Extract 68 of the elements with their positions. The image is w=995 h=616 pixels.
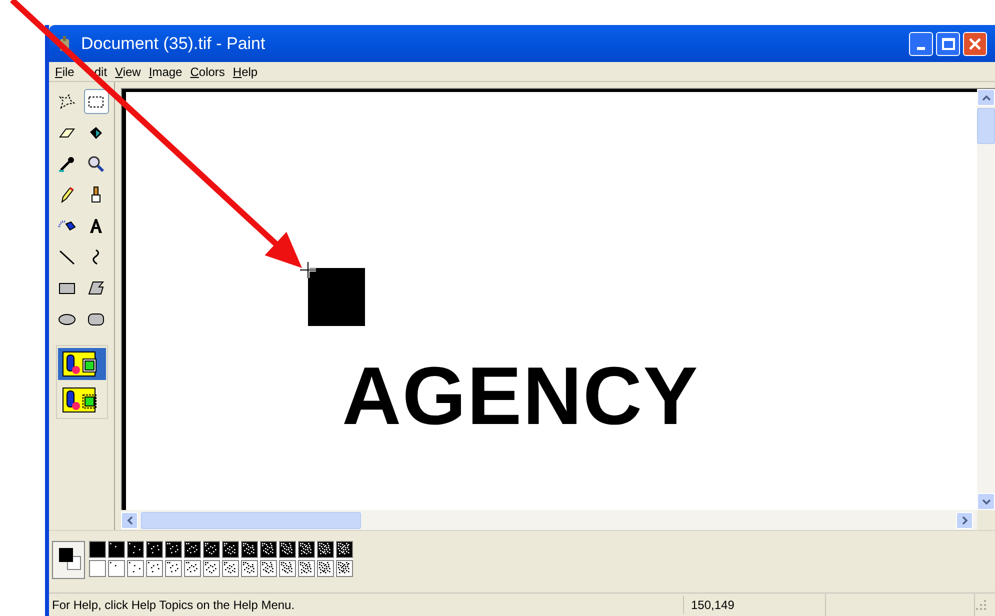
scroll-right-button[interactable] <box>956 512 973 528</box>
palette-swatch[interactable] <box>260 541 277 558</box>
polygon-icon <box>87 278 105 296</box>
palette-swatch[interactable] <box>222 560 239 577</box>
palette-swatch[interactable] <box>184 541 201 558</box>
chevron-left-icon <box>126 516 132 524</box>
vertical-scrollbar[interactable] <box>977 89 995 510</box>
palette-swatch[interactable] <box>298 541 315 558</box>
palette-swatch[interactable] <box>127 541 144 558</box>
maximize-icon <box>942 38 954 50</box>
palette-swatch[interactable] <box>260 560 277 577</box>
palette-swatch[interactable] <box>222 541 239 558</box>
resize-grip-icon[interactable] <box>975 599 987 611</box>
scroll-thumb[interactable] <box>141 512 361 528</box>
scroll-down-button[interactable] <box>977 493 995 510</box>
tool-button[interactable] <box>84 89 108 114</box>
palette-swatch[interactable] <box>317 560 334 577</box>
status-coordinates: 150,149 <box>683 596 825 614</box>
horizontal-scrollbar[interactable] <box>121 510 977 530</box>
transparency-option[interactable] <box>58 348 106 380</box>
window-title: Document (35).tif - Paint <box>81 32 266 55</box>
close-icon <box>969 38 981 50</box>
maximize-button[interactable] <box>936 32 960 56</box>
filled-square <box>308 268 365 326</box>
text-tool-icon <box>87 216 105 234</box>
menu-item[interactable]: Colors <box>187 62 228 80</box>
chevron-right-icon <box>962 516 968 524</box>
chevron-up-icon <box>982 94 990 100</box>
free-select-icon <box>58 92 76 110</box>
palette-swatch[interactable] <box>298 560 315 577</box>
palette-swatch[interactable] <box>127 560 144 577</box>
close-button[interactable] <box>963 32 987 56</box>
palette-swatch[interactable] <box>165 541 182 558</box>
palette-swatch[interactable] <box>89 560 106 577</box>
menu-item[interactable]: File <box>52 62 78 80</box>
palette-swatch[interactable] <box>146 541 163 558</box>
line-icon <box>58 248 76 266</box>
canvas[interactable]: AGENCY <box>122 89 977 510</box>
current-colors-indicator[interactable] <box>52 541 85 579</box>
scroll-left-button[interactable] <box>121 512 138 528</box>
chevron-down-icon <box>982 498 990 504</box>
palette-swatch[interactable] <box>146 560 163 577</box>
scroll-thumb[interactable] <box>977 108 995 144</box>
magnifier-icon <box>87 154 105 172</box>
palette-swatch[interactable] <box>203 541 220 558</box>
palette-swatch[interactable] <box>184 560 201 577</box>
minimize-button[interactable] <box>909 32 933 56</box>
palette-swatch[interactable] <box>279 541 296 558</box>
palette-swatch[interactable] <box>317 541 334 558</box>
palette-swatch[interactable] <box>203 560 220 577</box>
minimize-icon <box>917 46 925 50</box>
scroll-up-button[interactable] <box>977 89 995 106</box>
menu-item[interactable]: Help <box>230 62 261 80</box>
palette-swatch[interactable] <box>279 560 296 577</box>
palette-swatch[interactable] <box>165 560 182 577</box>
palette-swatch[interactable] <box>241 560 258 577</box>
palette-swatch[interactable] <box>108 560 125 577</box>
canvas-text: AGENCY <box>342 356 699 438</box>
status-help-text: For Help, click Help Topics on the Help Menu. <box>51 597 296 614</box>
palette-swatch[interactable] <box>89 541 106 558</box>
crosshair-cursor-icon <box>300 262 316 278</box>
palette-swatch[interactable] <box>241 541 258 558</box>
palette-swatch[interactable] <box>336 541 353 558</box>
palette-swatch[interactable] <box>336 560 353 577</box>
eyedropper-icon <box>58 154 76 172</box>
menu-item[interactable]: Image <box>146 62 186 80</box>
palette-swatch[interactable] <box>108 541 125 558</box>
menu-item[interactable]: View <box>112 62 144 80</box>
